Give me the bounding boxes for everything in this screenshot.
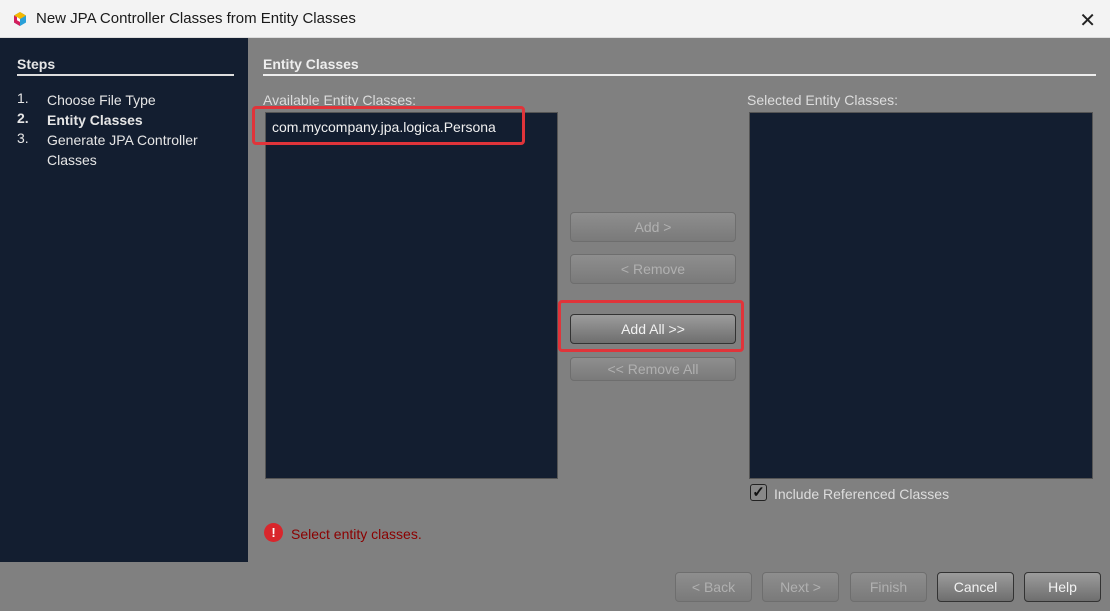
step-number: 1. xyxy=(17,90,29,106)
selected-label: Selected Entity Classes: xyxy=(747,92,898,108)
add-button[interactable]: Add > xyxy=(570,212,736,242)
available-list[interactable]: com.mycompany.jpa.logica.Persona xyxy=(265,112,558,479)
include-referenced-checkbox[interactable]: ✓ xyxy=(750,484,767,501)
step-2: 2. Entity Classes xyxy=(17,110,227,130)
close-icon[interactable]: ✕ xyxy=(1079,8,1096,33)
section-heading: Entity Classes xyxy=(263,56,1096,76)
title-bar: New JPA Controller Classes from Entity C… xyxy=(0,0,1110,38)
back-button[interactable]: < Back xyxy=(675,572,752,602)
finish-button[interactable]: Finish xyxy=(850,572,927,602)
step-number: 2. xyxy=(17,110,29,126)
include-referenced-label[interactable]: Include Referenced Classes xyxy=(774,486,949,502)
step-number: 3. xyxy=(17,130,29,146)
step-1: 1. Choose File Type xyxy=(17,90,227,110)
steps-heading: Steps xyxy=(17,56,234,76)
step-label: Generate JPA Controller Classes xyxy=(47,132,198,168)
selected-list[interactable] xyxy=(749,112,1093,479)
remove-all-button[interactable]: << Remove All xyxy=(570,357,736,381)
error-icon: ! xyxy=(264,523,283,542)
steps-panel: Steps 1. Choose File Type 2. Entity Classe… xyxy=(0,38,248,562)
highlight-box xyxy=(558,300,744,352)
next-button[interactable]: Next > xyxy=(762,572,839,602)
highlight-box xyxy=(252,106,525,145)
netbeans-icon xyxy=(14,11,26,26)
error-message: Select entity classes. xyxy=(291,526,422,542)
cancel-button[interactable]: Cancel xyxy=(937,572,1014,602)
step-3: 3. Generate JPA Controller Classes xyxy=(17,130,217,170)
window-title: New JPA Controller Classes from Entity C… xyxy=(36,10,356,27)
help-button[interactable]: Help xyxy=(1024,572,1101,602)
step-label: Entity Classes xyxy=(47,112,143,128)
step-label: Choose File Type xyxy=(47,92,156,108)
remove-button[interactable]: < Remove xyxy=(570,254,736,284)
